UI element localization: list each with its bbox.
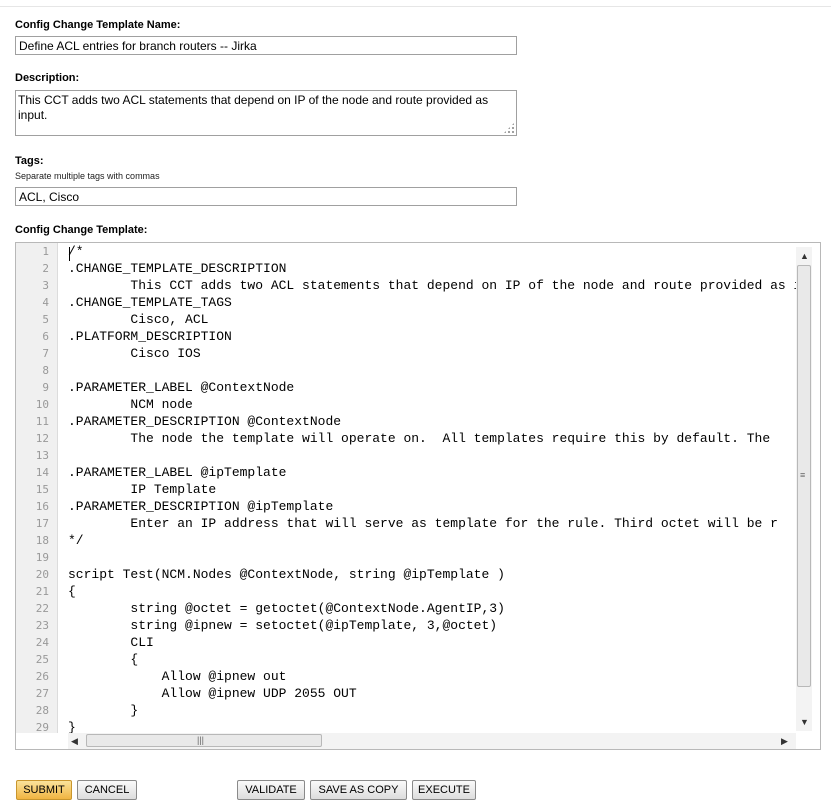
code-line[interactable]: NCM node xyxy=(68,396,796,413)
line-number: 3 xyxy=(42,279,49,292)
line-number: 8 xyxy=(42,364,49,377)
template-label: Config Change Template: xyxy=(15,224,148,236)
code-line[interactable]: Enter an IP address that will serve as t… xyxy=(68,515,796,532)
line-number: 18 xyxy=(35,534,49,547)
horizontal-grip-icon: ||| xyxy=(197,735,205,745)
submit-button[interactable]: SUBMIT xyxy=(16,780,72,800)
template-name-label: Config Change Template Name: xyxy=(15,19,181,31)
line-number: 15 xyxy=(35,483,49,496)
scroll-down-arrow-icon[interactable]: ▼ xyxy=(800,717,809,727)
code-line[interactable]: } xyxy=(68,702,796,719)
code-line[interactable]: Allow @ipnew out xyxy=(68,668,796,685)
code-line[interactable]: } xyxy=(68,719,796,733)
vertical-grip-icon: ≡ xyxy=(800,470,806,480)
code-line[interactable]: string @ipnew = setoctet(@ipTemplate, 3,… xyxy=(68,617,796,634)
code-line[interactable]: CLI xyxy=(68,634,796,651)
scroll-left-arrow-icon[interactable]: ◀ xyxy=(71,736,78,746)
tags-label: Tags: xyxy=(15,155,44,167)
top-divider xyxy=(0,6,831,7)
code-line[interactable]: */ xyxy=(68,532,796,549)
scroll-up-arrow-icon[interactable]: ▲ xyxy=(800,251,809,261)
line-number: 28 xyxy=(35,704,49,717)
validate-button[interactable]: VALIDATE xyxy=(237,780,305,800)
code-line[interactable]: { xyxy=(68,651,796,668)
code-area[interactable]: /* .CHANGE_TEMPLATE_DESCRIPTION This CCT … xyxy=(68,243,796,733)
tags-input[interactable] xyxy=(15,187,517,206)
code-line[interactable]: .PARAMETER_LABEL @ContextNode xyxy=(68,379,796,396)
line-number: 27 xyxy=(35,687,49,700)
line-number: 10 xyxy=(35,398,49,411)
scroll-right-arrow-icon[interactable]: ▶ xyxy=(781,736,788,746)
line-number: 23 xyxy=(35,619,49,632)
code-line[interactable] xyxy=(68,549,796,566)
code-line[interactable]: This CCT adds two ACL statements that de… xyxy=(68,277,796,294)
code-line[interactable]: Cisco, ACL xyxy=(68,311,796,328)
code-line[interactable]: The node the template will operate on. A… xyxy=(68,430,796,447)
code-line[interactable]: .PARAMETER_LABEL @ipTemplate xyxy=(68,464,796,481)
line-number: 6 xyxy=(42,330,49,343)
template-name-input[interactable] xyxy=(15,36,517,55)
code-line[interactable]: .CHANGE_TEMPLATE_DESCRIPTION xyxy=(68,260,796,277)
code-line[interactable]: string @octet = getoctet(@ContextNode.Ag… xyxy=(68,600,796,617)
text-cursor xyxy=(69,247,70,261)
line-number: 1 xyxy=(42,245,49,258)
line-number: 5 xyxy=(42,313,49,326)
line-number: 29 xyxy=(35,721,49,733)
code-line[interactable]: Allow @ipnew UDP 2055 OUT xyxy=(68,685,796,702)
code-line[interactable]: IP Template xyxy=(68,481,796,498)
code-line[interactable]: /* xyxy=(68,243,796,260)
line-number: 4 xyxy=(42,296,49,309)
line-number: 9 xyxy=(42,381,49,394)
code-line[interactable]: Cisco IOS xyxy=(68,345,796,362)
line-number: 12 xyxy=(35,432,49,445)
line-number: 20 xyxy=(35,568,49,581)
line-number: 11 xyxy=(35,415,49,428)
line-number: 24 xyxy=(35,636,49,649)
line-number: 2 xyxy=(42,262,49,275)
line-number: 25 xyxy=(35,653,49,666)
code-line[interactable]: .PARAMETER_DESCRIPTION @ContextNode xyxy=(68,413,796,430)
line-number: 7 xyxy=(42,347,49,360)
line-number: 26 xyxy=(35,670,49,683)
code-line[interactable]: .PLATFORM_DESCRIPTION xyxy=(68,328,796,345)
tags-hint: Separate multiple tags with commas xyxy=(15,171,160,181)
line-number-gutter: 1 2 3 4 5 6 7 8 9 10 11 12 13 14 15 16 17 18 19 20 21 22 23 24 2… xyxy=(16,243,58,733)
save-as-copy-button[interactable]: SAVE AS COPY xyxy=(310,780,407,800)
line-number: 21 xyxy=(35,585,49,598)
description-textarea[interactable]: This CCT adds two ACL statements that de… xyxy=(15,90,517,136)
line-number: 16 xyxy=(35,500,49,513)
code-line[interactable]: { xyxy=(68,583,796,600)
code-line[interactable] xyxy=(68,362,796,379)
code-line[interactable]: script Test(NCM.Nodes @ContextNode, stri… xyxy=(68,566,796,583)
line-number: 22 xyxy=(35,602,49,615)
code-line[interactable] xyxy=(68,447,796,464)
line-number: 17 xyxy=(35,517,49,530)
line-number: 14 xyxy=(35,466,49,479)
line-number: 19 xyxy=(35,551,49,564)
line-number: 13 xyxy=(35,449,49,462)
code-line[interactable]: .CHANGE_TEMPLATE_TAGS xyxy=(68,294,796,311)
cancel-button[interactable]: CANCEL xyxy=(77,780,137,800)
code-editor[interactable]: 1 2 3 4 5 6 7 8 9 10 11 12 13 14 15 16 17 18 19 20 21 22 23 24 2… xyxy=(15,242,821,750)
code-line[interactable]: .PARAMETER_DESCRIPTION @ipTemplate xyxy=(68,498,796,515)
execute-button[interactable]: EXECUTE xyxy=(412,780,476,800)
description-label: Description: xyxy=(15,72,80,84)
